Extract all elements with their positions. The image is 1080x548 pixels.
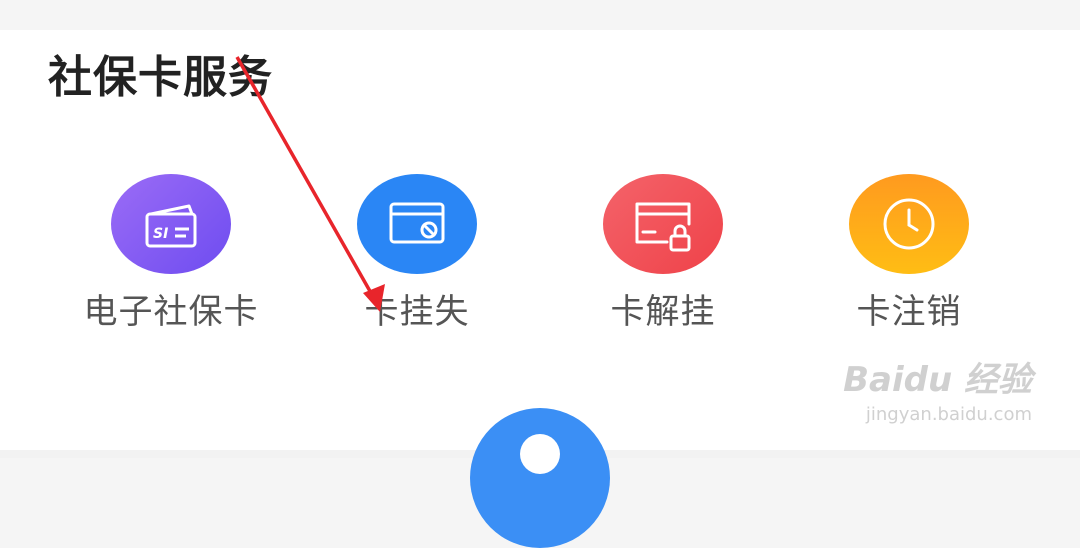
service-card-loss-report[interactable]: 卡挂失 (317, 172, 517, 342)
social-security-card-icon: SI (111, 174, 231, 274)
service-label: 卡挂失 (364, 292, 470, 332)
watermark-url: jingyan.baidu.com (865, 404, 1032, 425)
section-title: 社保卡服务 (48, 52, 273, 103)
service-electronic-card[interactable]: SI 电子社保卡 (71, 172, 271, 342)
card-unlock-icon (603, 174, 723, 274)
watermark-brand: Baidu 经验 (843, 360, 1032, 400)
card-block-icon (357, 174, 477, 274)
service-card-cancel[interactable]: 卡注销 (809, 172, 1009, 342)
service-label: 电子社保卡 (83, 292, 259, 332)
service-label: 卡解挂 (610, 292, 716, 332)
service-label: 卡注销 (856, 292, 962, 332)
watermark: Baidu 经验 jingyan.baidu.com (832, 362, 1032, 426)
top-background-strip (0, 0, 1080, 30)
clock-icon (849, 174, 969, 274)
svg-text:SI: SI (153, 226, 168, 242)
service-card-unlock[interactable]: 卡解挂 (563, 172, 763, 342)
user-icon (520, 434, 560, 474)
floating-user-button[interactable] (470, 408, 610, 548)
